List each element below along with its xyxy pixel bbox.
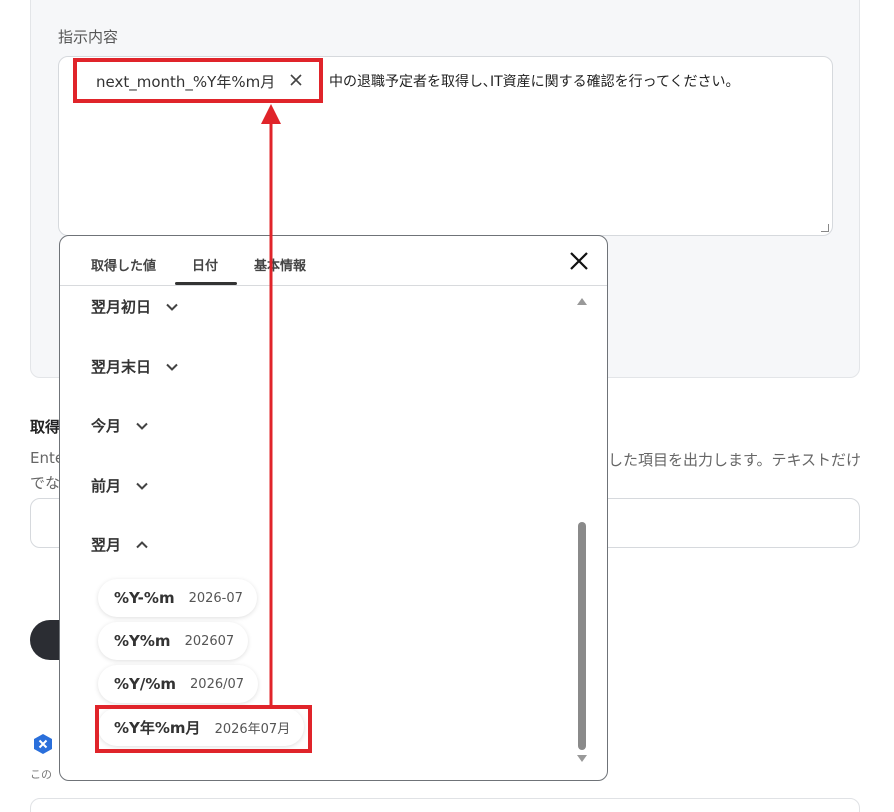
group-label: 翌月末日 bbox=[91, 358, 152, 376]
chevron-down-icon bbox=[136, 422, 148, 430]
prompt-text: 中の退職予定者を取得し､IT資産に関する確認を行ってください。 bbox=[329, 74, 740, 90]
format-key: %Y年%m月 bbox=[114, 718, 201, 737]
close-icon[interactable] bbox=[567, 248, 591, 274]
format-key: %Y/%m bbox=[114, 675, 177, 693]
instruction-label: 指示内容 bbox=[58, 28, 119, 46]
group-this-month[interactable]: 今月 bbox=[91, 415, 149, 436]
close-icon[interactable] bbox=[289, 72, 303, 91]
scrollbar-thumb[interactable] bbox=[578, 522, 586, 750]
group-previous-month[interactable]: 前月 bbox=[91, 475, 149, 496]
chevron-down-icon bbox=[136, 482, 148, 490]
format-key: %Y%m bbox=[114, 632, 171, 650]
chevron-down-icon bbox=[166, 303, 178, 311]
format-value: 2026年07月 bbox=[214, 721, 291, 737]
format-key: %Y-%m bbox=[114, 589, 175, 607]
format-value: 2026-07 bbox=[188, 590, 243, 606]
tab-date[interactable]: 日付 bbox=[192, 255, 218, 274]
group-next-month-last-day[interactable]: 翌月末日 bbox=[91, 356, 179, 377]
chevron-down-icon bbox=[166, 363, 178, 371]
popup-tabs: 取得した値 日付 基本情報 bbox=[60, 236, 607, 286]
format-option-dash[interactable]: %Y-%m 2026-07 bbox=[98, 579, 257, 617]
group-label: 翌月 bbox=[91, 536, 122, 554]
variable-picker-popup: 取得した値 日付 基本情報 翌月初日 翌月末日 今月 前月 翌月 %Y-%m 2… bbox=[59, 235, 608, 781]
tab-basic-info[interactable]: 基本情報 bbox=[254, 255, 306, 274]
chevron-up-icon bbox=[136, 540, 148, 548]
group-next-month-first-day[interactable]: 翌月初日 bbox=[91, 296, 179, 317]
variable-chip[interactable]: next_month_%Y年%m月 bbox=[86, 66, 310, 96]
format-value: 202607 bbox=[184, 633, 235, 649]
description-line-2: でな bbox=[30, 474, 61, 492]
format-value: 2026/07 bbox=[190, 676, 245, 692]
format-option-japanese[interactable]: %Y年%m月 2026年07月 bbox=[98, 708, 305, 746]
brand-icon bbox=[32, 733, 54, 755]
format-option-slash[interactable]: %Y/%m 2026/07 bbox=[98, 665, 259, 703]
group-label: 前月 bbox=[91, 477, 122, 495]
section-title: 取得 bbox=[30, 418, 61, 436]
bottom-field[interactable] bbox=[30, 798, 860, 812]
scroll-up-arrow[interactable] bbox=[577, 298, 587, 305]
group-label: 翌月初日 bbox=[91, 298, 152, 316]
scroll-down-arrow[interactable] bbox=[577, 755, 587, 762]
resize-handle[interactable] bbox=[821, 224, 829, 232]
active-tab-indicator bbox=[175, 282, 237, 285]
format-option-compact[interactable]: %Y%m 202607 bbox=[98, 622, 249, 660]
group-next-month[interactable]: 翌月 bbox=[91, 534, 149, 555]
tab-acquired-values[interactable]: 取得した値 bbox=[91, 255, 156, 274]
description-line-1-right: した項目を出力します。テキストだけ bbox=[608, 451, 862, 469]
small-note: この bbox=[30, 768, 52, 781]
group-label: 今月 bbox=[91, 417, 122, 435]
variable-chip-label: next_month_%Y年%m月 bbox=[96, 72, 276, 91]
